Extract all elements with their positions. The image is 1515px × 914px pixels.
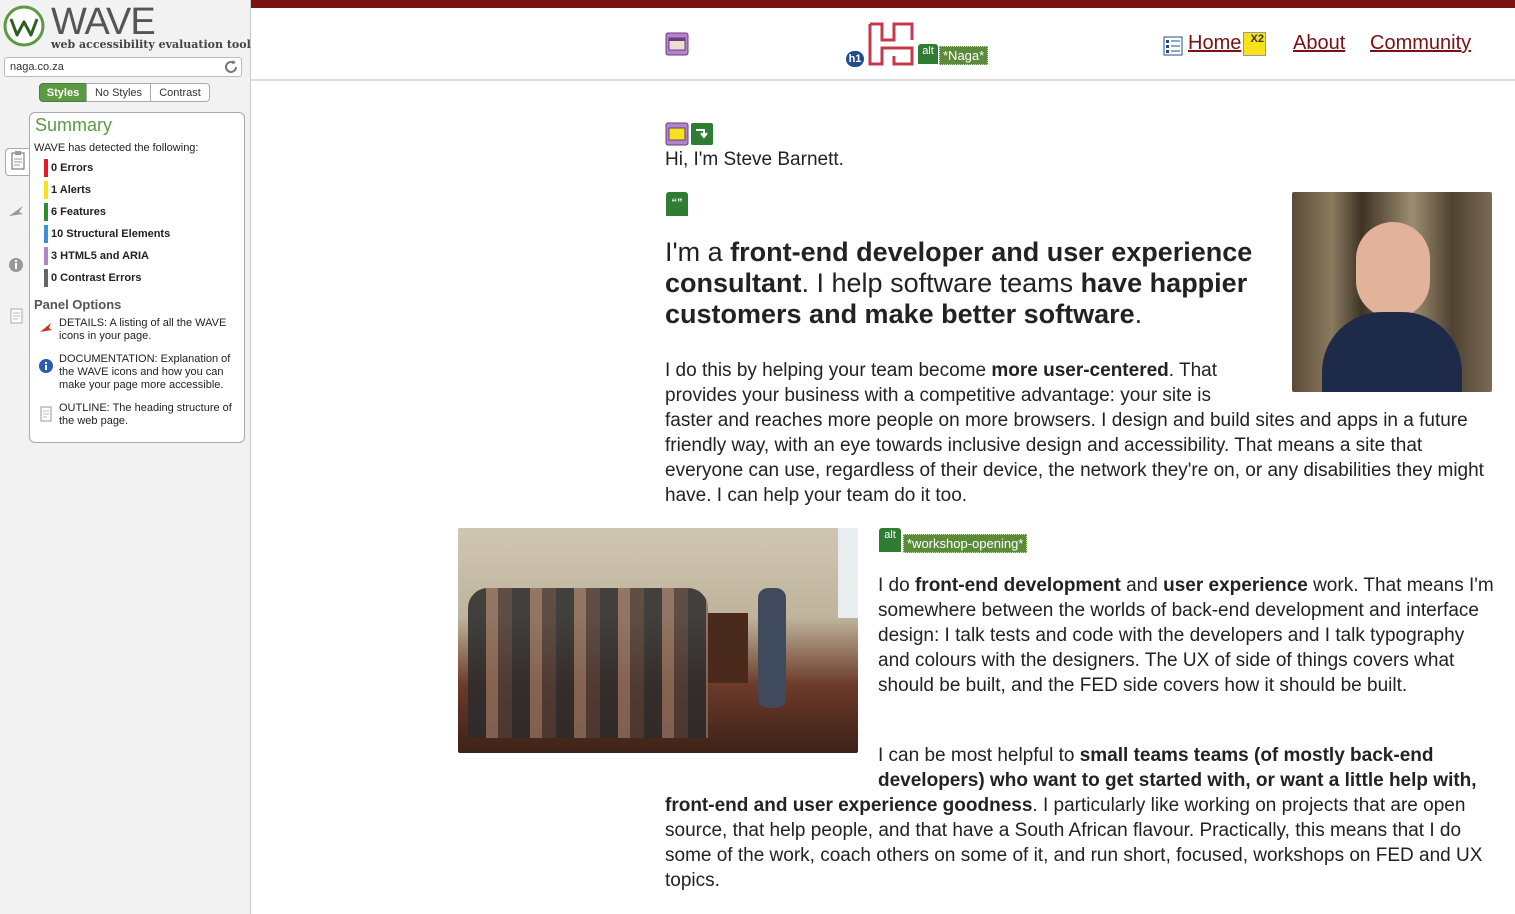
lead-paragraph: I'm a front-end developer and user exper… xyxy=(665,237,1285,330)
nav-community[interactable]: Community xyxy=(1370,32,1471,55)
intro-paragraph: I do this by helping your team become mo… xyxy=(665,358,1500,508)
documentation-info-tab-icon[interactable] xyxy=(5,254,27,276)
workshop-alt-text: *workshop-opening* xyxy=(903,534,1028,553)
wave-region-icon[interactable] xyxy=(665,32,689,56)
panel-options-title: Panel Options xyxy=(34,297,122,312)
stat-errors[interactable]: 0 Errors xyxy=(44,159,93,177)
quote-icon[interactable]: “” xyxy=(666,192,688,216)
reload-icon[interactable] xyxy=(223,59,239,75)
nav-about-label[interactable]: About xyxy=(1293,32,1345,54)
outline-document-icon[interactable] xyxy=(38,406,54,422)
workshop-alt-icon[interactable]: alt xyxy=(879,528,901,552)
url-text[interactable]: naga.co.za xyxy=(10,61,64,73)
stat-contrast[interactable]: 0 Contrast Errors xyxy=(44,269,141,287)
nav-home[interactable]: Home xyxy=(1188,32,1241,55)
para1-text-1: I do this by helping your team become xyxy=(665,360,992,381)
nav-home-label[interactable]: Home xyxy=(1188,32,1241,54)
stat-html5-label: 3 HTML5 and ARIA xyxy=(51,250,149,262)
app-title: WAVE xyxy=(51,1,156,43)
para2-text-1: I do xyxy=(878,575,915,596)
stat-structural-label: 10 Structural Elements xyxy=(51,228,171,240)
wave-alt-icon[interactable]: alt xyxy=(918,44,938,64)
app-subtitle: web accessibility evaluation tool xyxy=(51,38,251,51)
greeting: Hi, I'm Steve Barnett. xyxy=(665,149,844,170)
stat-contrast-label: 0 Contrast Errors xyxy=(51,272,142,284)
logo-alt-text: *Naga* xyxy=(939,46,989,65)
nav-about[interactable]: About xyxy=(1293,32,1345,55)
stat-html5-aria[interactable]: 3 HTML5 and ARIA xyxy=(44,247,149,265)
tab-no-styles[interactable]: No Styles xyxy=(86,83,151,102)
stat-alerts[interactable]: 1 Alerts xyxy=(44,181,91,199)
html5-color-bar xyxy=(44,247,48,265)
audience-paragraph: I can be most helpful to small teams tea… xyxy=(665,743,1495,893)
redundant-link-alert-icon[interactable]: X2 xyxy=(1243,32,1266,56)
url-input[interactable]: naga.co.za xyxy=(4,57,242,77)
stat-features[interactable]: 6 Features xyxy=(44,203,106,221)
lead-text-2: . I help software teams xyxy=(801,268,1081,298)
wave-h1-icon[interactable]: h1 xyxy=(846,51,864,67)
tab-styles[interactable]: Styles xyxy=(39,83,87,102)
para1-bold-1: more user-centered xyxy=(991,360,1169,381)
errors-color-bar xyxy=(44,159,48,177)
details-flag-tab-icon[interactable] xyxy=(5,200,27,222)
para2-bold-1: front-end development xyxy=(914,575,1121,596)
summary-title: Summary xyxy=(35,115,113,135)
para2-text-2: and xyxy=(1120,575,1164,596)
details-flag-icon[interactable] xyxy=(38,320,54,336)
naga-logo[interactable] xyxy=(866,20,916,68)
wave-logo-icon xyxy=(3,5,45,47)
wave-list-icon[interactable] xyxy=(1163,36,1183,56)
nav-community-label[interactable]: Community xyxy=(1370,32,1471,54)
para3-text-1: I can be most helpful to xyxy=(878,745,1080,766)
home-badge-text: X2 xyxy=(1250,33,1264,45)
wave-sidebar: WAVE web accessibility evaluation tool n… xyxy=(0,0,251,914)
services-paragraph: I do front-end development and user expe… xyxy=(878,573,1498,698)
clipboard-icon xyxy=(11,151,25,170)
alerts-color-bar xyxy=(44,181,48,199)
site-top-bar xyxy=(251,0,1515,8)
para2-bold-2: user experience xyxy=(1163,575,1308,596)
stat-alerts-label: 1 Alerts xyxy=(51,184,91,196)
lead-text-3: . xyxy=(1134,299,1143,329)
tab-contrast[interactable]: Contrast xyxy=(150,83,210,102)
outline-tab-icon[interactable] xyxy=(5,305,27,327)
stat-structural[interactable]: 10 Structural Elements xyxy=(44,225,170,243)
summary-panel: Summary WAVE has detected the following:… xyxy=(29,112,245,443)
summary-intro: WAVE has detected the following: xyxy=(34,142,199,154)
option-outline[interactable]: OUTLINE: The heading structure of the we… xyxy=(59,402,239,428)
info-icon[interactable] xyxy=(38,358,54,374)
stat-errors-label: 0 Errors xyxy=(51,162,94,174)
main-region-icon[interactable] xyxy=(665,122,689,146)
stat-features-label: 6 Features xyxy=(51,206,107,218)
option-documentation[interactable]: DOCUMENTATION: Explanation of the WAVE i… xyxy=(59,353,239,392)
skip-link-target-icon[interactable] xyxy=(690,122,714,146)
workshop-photo xyxy=(458,528,858,753)
contrast-color-bar xyxy=(44,269,48,287)
header-divider xyxy=(251,79,1515,81)
features-color-bar xyxy=(44,203,48,221)
summary-tab[interactable] xyxy=(5,148,30,176)
structural-color-bar xyxy=(44,225,48,243)
option-details[interactable]: DETAILS: A listing of all the WAVE icons… xyxy=(59,317,239,343)
lead-text-1: I'm a xyxy=(665,237,731,267)
